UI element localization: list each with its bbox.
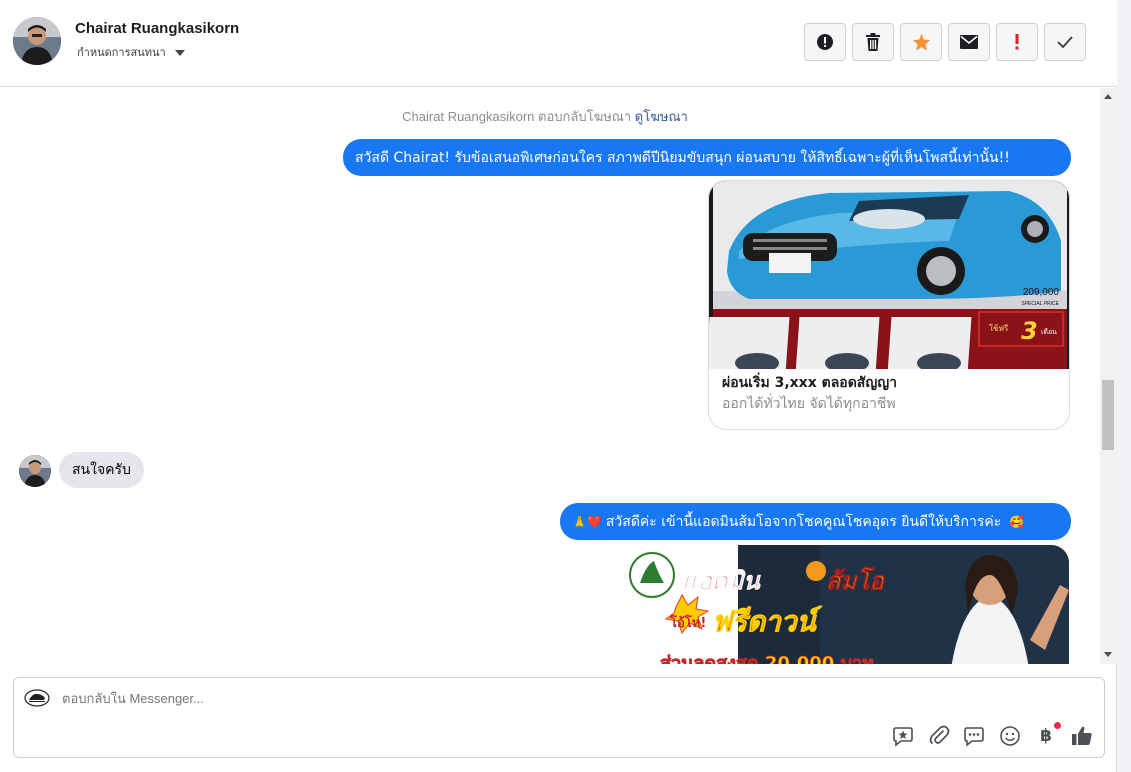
caret-down-icon (174, 50, 185, 56)
ad-card-subtitle: ออกได้ทั่วไทย จัดได้ทุกอาชีพ (722, 396, 896, 412)
promo-discount: ส่วนลดสูงสุด 20,000 บาท (660, 653, 874, 664)
contact-name[interactable]: Chairat Ruangkasikorn (75, 20, 239, 37)
incoming-message[interactable]: สนใจครับ (59, 452, 144, 488)
outgoing-message[interactable]: 🙏❤️ สวัสดีค่ะ เข้านี้แอดมินส้มโอจากโชคคู… (560, 503, 1071, 540)
important-button[interactable] (996, 23, 1038, 61)
conversation-settings-label: กำหนดการสนทนา (77, 46, 166, 59)
contact-avatar[interactable] (13, 17, 61, 65)
attachment-icon (929, 725, 950, 744)
promo-unit-text: เดือน (1041, 328, 1057, 336)
done-button[interactable] (1044, 23, 1086, 61)
reply-composer: ฿ (13, 677, 1105, 758)
reply-input[interactable] (62, 691, 762, 706)
delete-button[interactable] (852, 23, 894, 61)
promo-big-number: 3 (1021, 317, 1038, 345)
emoji-icon (1000, 726, 1020, 746)
ad-card-title: ผ่อนเริ่ม 3,xxx ตลอดสัญญา (722, 375, 898, 391)
sender-avatar[interactable] (19, 455, 51, 487)
pray-heart-emoji: 🙏❤️ (572, 514, 602, 529)
view-ad-link[interactable]: ดูโฆษณา (635, 109, 688, 124)
scroll-up-arrow-icon[interactable] (1104, 94, 1112, 99)
ad-reply-notice: Chairat Ruangkasikorn ตอบกลับโฆษณา ดูโฆษ… (0, 106, 1090, 127)
ad-reply-text: Chairat Ruangkasikorn ตอบกลับโฆษณา (402, 109, 632, 124)
page-avatar (24, 689, 50, 707)
saved-reply-button[interactable] (891, 724, 915, 748)
messenger-window: Chairat Ruangkasikorn กำหนดการสนทนา Chai… (0, 0, 1117, 772)
report-spam-button[interactable] (804, 23, 846, 61)
special-price-label: SPECIAL PRICE (1021, 301, 1059, 307)
emoji-button[interactable] (998, 724, 1022, 748)
mark-unread-button[interactable] (948, 23, 990, 61)
admin-promo-image: แอดมิน ส้มโอ โอ้โห! ฟรีดาวน์ ส่วนลดสูงสุ… (620, 545, 1069, 664)
ad-card[interactable]: 209,000 SPECIAL PRICE ใช้ฟรี 3 เดือน ผ่อ… (708, 180, 1070, 430)
attachment-button[interactable] (927, 724, 951, 748)
saved-reply-icon (893, 727, 913, 747)
trash-icon (866, 33, 880, 51)
baht-icon: ฿ (1040, 726, 1052, 746)
check-icon (1057, 36, 1073, 48)
scrollbar-thumb[interactable] (1102, 380, 1114, 450)
star-button[interactable] (900, 23, 942, 61)
exclamation-icon (1015, 34, 1019, 50)
comment-button[interactable] (962, 724, 986, 748)
like-icon (1072, 726, 1092, 745)
promo-badge: โอ้โห! (669, 614, 706, 631)
scroll-down-arrow-icon[interactable] (1104, 652, 1112, 657)
promo-offer: ฟรีดาวน์ (712, 605, 823, 638)
star-icon (912, 33, 930, 51)
notification-dot (1054, 722, 1061, 729)
outgoing-message-text: สวัสดีค่ะ เข้านี้แอดมินส้มโอจากโชคคูณโชค… (605, 513, 1002, 530)
thread-scrollbar[interactable] (1100, 88, 1117, 664)
comment-icon (964, 727, 984, 747)
promo-image[interactable]: แอดมิน ส้มโอ โอ้โห! ฟรีดาวน์ ส่วนลดสูงสุ… (620, 545, 1069, 664)
outgoing-message[interactable]: สวัสดี Chairat! รับข้อเสนอพิเศษก่อนใคร ส… (343, 139, 1071, 176)
conversation-header: Chairat Ruangkasikorn กำหนดการสนทนา (0, 0, 1117, 87)
conversation-settings-dropdown[interactable]: กำหนดการสนทนา (77, 43, 185, 61)
price-text: 209,000 (1023, 287, 1060, 298)
promo-headline: แอดมิน (682, 567, 761, 595)
promo-headline-name: ส้มโอ (826, 566, 885, 595)
exclamation-circle-icon (817, 34, 833, 50)
like-button[interactable] (1070, 724, 1094, 748)
car-ad-image: 209,000 SPECIAL PRICE ใช้ฟรี 3 เดือน (709, 181, 1069, 369)
envelope-icon (960, 35, 978, 49)
message-thread: Chairat Ruangkasikorn ตอบกลับโฆษณา ดูโฆษ… (0, 88, 1100, 664)
promo-small-text: ใช้ฟรี (989, 324, 1009, 333)
smiling-hearts-emoji: 🥰 (1009, 514, 1025, 529)
